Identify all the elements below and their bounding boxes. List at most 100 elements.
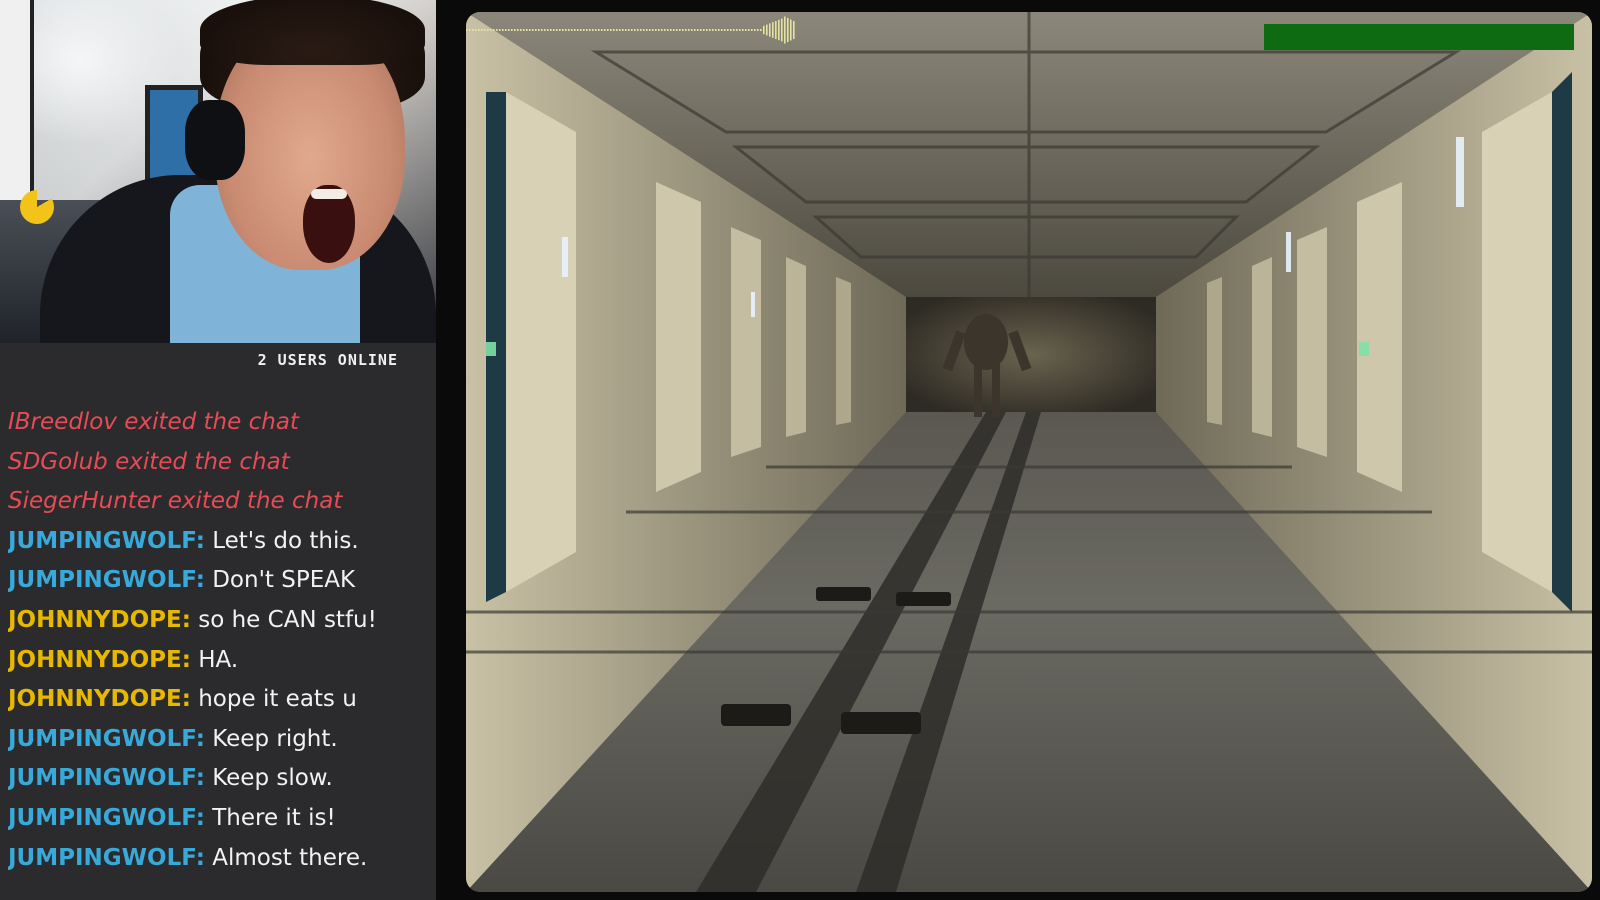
chat-message: JOHNNYDOPE: hope it eats u bbox=[8, 680, 432, 720]
headset-icon bbox=[185, 100, 245, 180]
waveform-bar bbox=[697, 29, 699, 31]
waveform-bar bbox=[613, 29, 615, 31]
chat-message: JOHNNYDOPE: so he CAN stfu! bbox=[8, 601, 432, 641]
waveform-bar bbox=[679, 29, 681, 31]
waveform-bar bbox=[712, 29, 714, 31]
chat-message: JUMPINGWOLF: There it is! bbox=[8, 799, 432, 839]
pacman-figure bbox=[20, 190, 54, 224]
waveform-bar bbox=[625, 29, 627, 31]
waveform-bar bbox=[664, 29, 666, 31]
waveform-bar bbox=[691, 29, 693, 31]
streamer-mouth bbox=[303, 185, 355, 263]
chat-system-message: SDGolub exited the chat bbox=[8, 448, 290, 475]
waveform-bar bbox=[700, 29, 702, 31]
chat-system-message: SiegerHunter exited the chat bbox=[8, 488, 343, 515]
chat-username[interactable]: JUMPINGWOLF: bbox=[8, 845, 205, 871]
waveform-bar bbox=[661, 29, 663, 31]
chat-message-text: There it is! bbox=[204, 804, 336, 831]
chat-username[interactable]: JUMPINGWOLF: bbox=[8, 567, 205, 593]
waveform-bar bbox=[733, 29, 735, 31]
chat-message: JUMPINGWOLF: Keep slow. bbox=[8, 759, 432, 799]
chat-username[interactable]: JOHNNYDOPE: bbox=[8, 686, 191, 712]
waveform-bar bbox=[619, 29, 621, 31]
waveform-bar bbox=[583, 29, 585, 31]
chat-message-text: so he CAN stfu! bbox=[190, 606, 377, 633]
chat-message-text: Don't SPEAK bbox=[204, 567, 356, 594]
waveform-bar bbox=[670, 29, 672, 31]
chat-panel: 2 USERS ONLINE IBreedlov exited the chat… bbox=[0, 343, 436, 900]
waveform-bar bbox=[766, 24, 768, 36]
waveform-bar bbox=[763, 25, 765, 35]
waveform-bar bbox=[622, 29, 624, 31]
waveform-bar bbox=[589, 29, 591, 31]
waveform-bar bbox=[526, 29, 528, 31]
waveform-bar bbox=[739, 29, 741, 31]
waveform-bar bbox=[616, 29, 618, 31]
waveform-bar bbox=[541, 29, 543, 31]
waveform-bar bbox=[703, 29, 705, 31]
waveform-bar bbox=[727, 29, 729, 31]
chat-message: JUMPINGWOLF: Keep right. bbox=[8, 720, 432, 760]
waveform-bar bbox=[553, 29, 555, 31]
waveform-bar bbox=[466, 29, 468, 31]
waveform-bar bbox=[484, 29, 486, 31]
waveform-bar bbox=[751, 29, 753, 31]
waveform-bar bbox=[517, 29, 519, 31]
chat-username[interactable]: JUMPINGWOLF: bbox=[8, 726, 205, 752]
waveform-bar bbox=[610, 29, 612, 31]
audio-waveform-meter bbox=[466, 16, 795, 44]
waveform-bar bbox=[478, 29, 480, 31]
webcam-poster bbox=[0, 0, 34, 200]
waveform-bar bbox=[595, 29, 597, 31]
chat-message: JUMPINGWOLF: Let's do this. bbox=[8, 522, 432, 562]
waveform-bar bbox=[544, 29, 546, 31]
chat-username[interactable]: JUMPINGWOLF: bbox=[8, 805, 205, 831]
chat-username[interactable]: JUMPINGWOLF: bbox=[8, 765, 205, 791]
waveform-bar bbox=[652, 29, 654, 31]
waveform-bar bbox=[562, 29, 564, 31]
waveform-bar bbox=[532, 29, 534, 31]
chat-message: JUMPINGWOLF: Don't SPEAK bbox=[8, 561, 432, 601]
waveform-bar bbox=[631, 29, 633, 31]
health-bar bbox=[1264, 24, 1574, 50]
waveform-bar bbox=[793, 21, 795, 39]
waveform-bar bbox=[493, 29, 495, 31]
waveform-bar bbox=[787, 18, 789, 42]
waveform-bar bbox=[508, 29, 510, 31]
chat-message: JUMPINGWOLF: Almost there. bbox=[8, 839, 432, 879]
waveform-bar bbox=[628, 29, 630, 31]
waveform-bar bbox=[721, 29, 723, 31]
chat-username[interactable]: JOHNNYDOPE: bbox=[8, 647, 191, 673]
chat-message: JOHNNYDOPE: HA. bbox=[8, 641, 432, 681]
waveform-bar bbox=[535, 29, 537, 31]
chat-message-text: Let's do this. bbox=[204, 527, 359, 554]
waveform-bar bbox=[586, 29, 588, 31]
chat-username[interactable]: JUMPINGWOLF: bbox=[8, 528, 205, 554]
webcam-feed bbox=[0, 0, 436, 343]
waveform-bar bbox=[565, 29, 567, 31]
waveform-bar bbox=[574, 29, 576, 31]
users-online-count: 2 USERS ONLINE bbox=[257, 351, 398, 369]
waveform-bar bbox=[559, 29, 561, 31]
game-viewport[interactable] bbox=[466, 12, 1592, 892]
waveform-bar bbox=[523, 29, 525, 31]
chat-message-text: Keep right. bbox=[204, 725, 338, 752]
waveform-bar bbox=[481, 29, 483, 31]
chat-username[interactable]: JOHNNYDOPE: bbox=[8, 607, 191, 633]
waveform-bar bbox=[676, 29, 678, 31]
waveform-bar bbox=[496, 29, 498, 31]
waveform-bar bbox=[646, 29, 648, 31]
waveform-bar bbox=[502, 29, 504, 31]
waveform-bar bbox=[655, 29, 657, 31]
chat-message-text: HA. bbox=[190, 646, 239, 673]
waveform-bar bbox=[649, 29, 651, 31]
waveform-bar bbox=[736, 29, 738, 31]
waveform-bar bbox=[469, 29, 471, 31]
waveform-bar bbox=[745, 29, 747, 31]
waveform-bar bbox=[775, 21, 777, 39]
waveform-bar bbox=[790, 19, 792, 41]
waveform-bar bbox=[658, 29, 660, 31]
waveform-bar bbox=[601, 29, 603, 31]
waveform-bar bbox=[730, 29, 732, 31]
waveform-bar bbox=[673, 29, 675, 31]
